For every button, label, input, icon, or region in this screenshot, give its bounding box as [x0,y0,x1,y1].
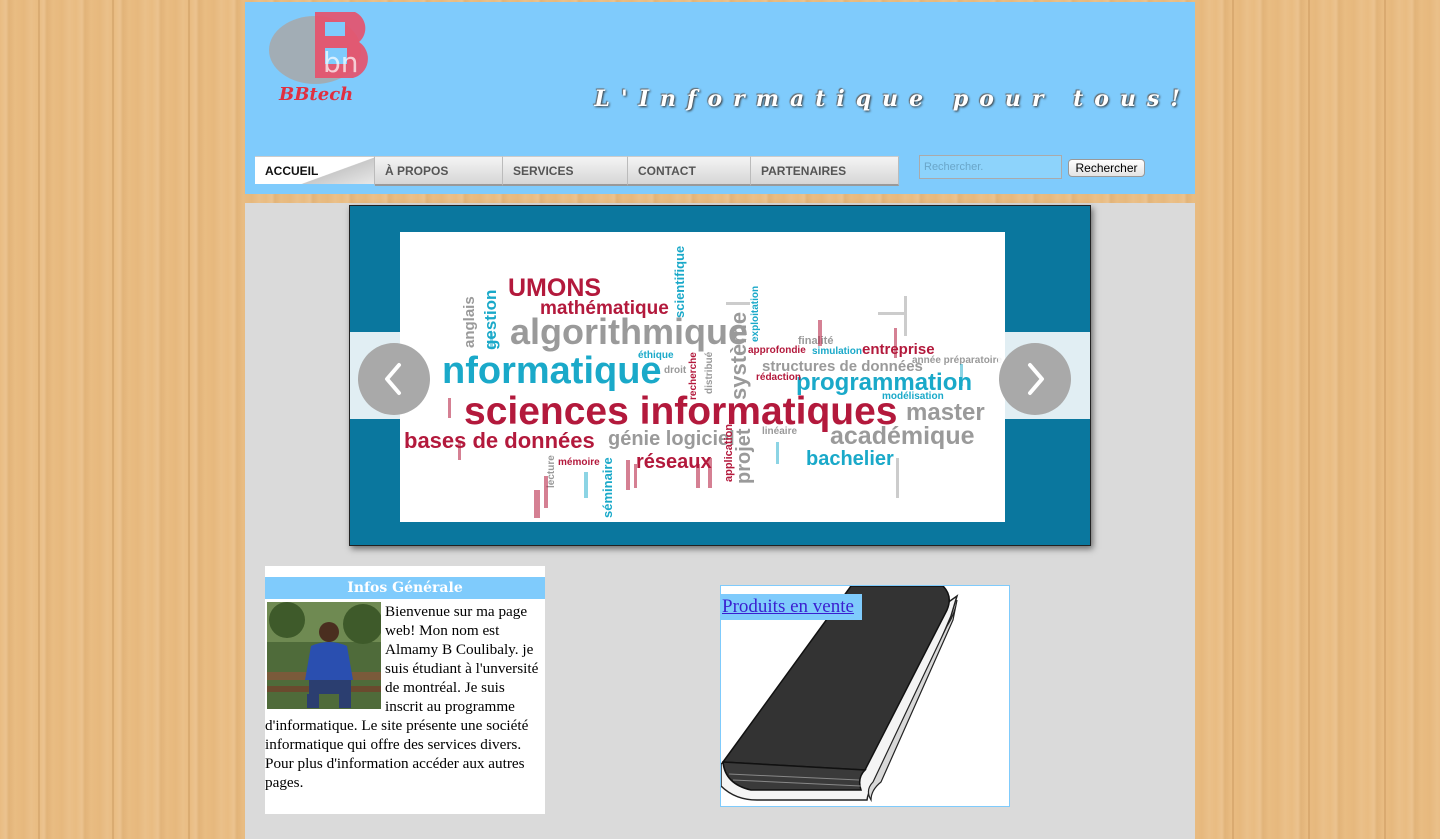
slideshow: UMONS mathématique algorithmique nformat… [349,205,1091,546]
products-link[interactable]: Produits en vente [721,594,862,620]
cloud-word: anglais [461,296,478,348]
bbtech-logo: bn BBtech [269,12,368,105]
cloud-word: projet [733,428,755,484]
cloud-word: académique [830,422,975,450]
cloud-word: éthique [638,350,674,361]
cloud-word: simulation [812,346,862,357]
next-slide-button[interactable] [999,343,1071,415]
cloud-word: exploitation [750,286,761,342]
prev-slide-button[interactable] [358,343,430,415]
page-container: bn BBtech L'Informatique pour tous! ACCU… [245,0,1195,839]
cloud-word: bases de données [404,428,595,453]
wood-seam [1384,0,1386,839]
chevron-left-icon [385,363,401,395]
cloud-word: application [723,424,735,482]
svg-text:bn: bn [323,46,359,79]
wood-seam [188,0,190,839]
infos-panel: Infos Générale Bienvenue sur ma page web… [265,566,545,814]
infos-title: Infos Générale [265,577,545,599]
cloud-word: bachelier [806,448,894,470]
cloud-word: droit [664,365,687,376]
wood-seam [38,0,40,839]
infos-body: Bienvenue sur ma page web! Mon nom est A… [265,602,545,792]
nav-item-accueil[interactable]: ACCUEIL [255,156,375,186]
profile-photo [267,602,381,709]
cloud-word: réseaux [636,451,712,473]
main-content: UMONS mathématique algorithmique nformat… [245,203,1195,839]
logo-text: BBtech [278,84,353,105]
site-header: bn BBtech L'Informatique pour tous! ACCU… [245,2,1195,194]
nav-item-contact[interactable]: CONTACT [628,156,751,186]
site-slogan: L'Informatique pour tous! [594,86,1191,112]
wood-seam [1232,0,1234,839]
cloud-word: algorithmique [510,311,748,352]
cloud-word: rédaction [756,372,801,383]
cloud-word: mémoire [558,457,600,468]
nav-item-partenaires[interactable]: PARTENAIRES [751,156,899,186]
cloud-word: scientifique [672,246,687,318]
cloud-word: modélisation [882,391,944,402]
cloud-word: distribué [704,351,715,394]
word-cloud: UMONS mathématique algorithmique nformat… [404,246,1002,518]
main-nav: ACCUEIL À PROPOS SERVICES CONTACT PARTEN… [255,156,899,186]
nav-item-a-propos[interactable]: À PROPOS [375,156,503,186]
slide-image: UMONS mathématique algorithmique nformat… [400,232,1005,522]
nav-item-services[interactable]: SERVICES [503,156,628,186]
cloud-word: système [726,312,751,400]
cloud-word: génie logiciel [608,428,735,450]
cloud-word: linéaire [762,426,797,437]
cloud-word: recherche [688,352,699,400]
wood-seam [1308,0,1310,839]
cloud-word: année préparatoire [912,355,1002,366]
cloud-word: finalité [798,335,833,347]
cloud-word: séminaire [600,457,615,518]
search-input[interactable] [919,155,1062,179]
products-panel: Produits en vente [720,585,1010,807]
wood-seam [112,0,114,839]
search-button[interactable]: Rechercher [1068,159,1145,177]
chevron-right-icon [1028,363,1044,395]
cloud-word: nformatique [442,350,662,392]
